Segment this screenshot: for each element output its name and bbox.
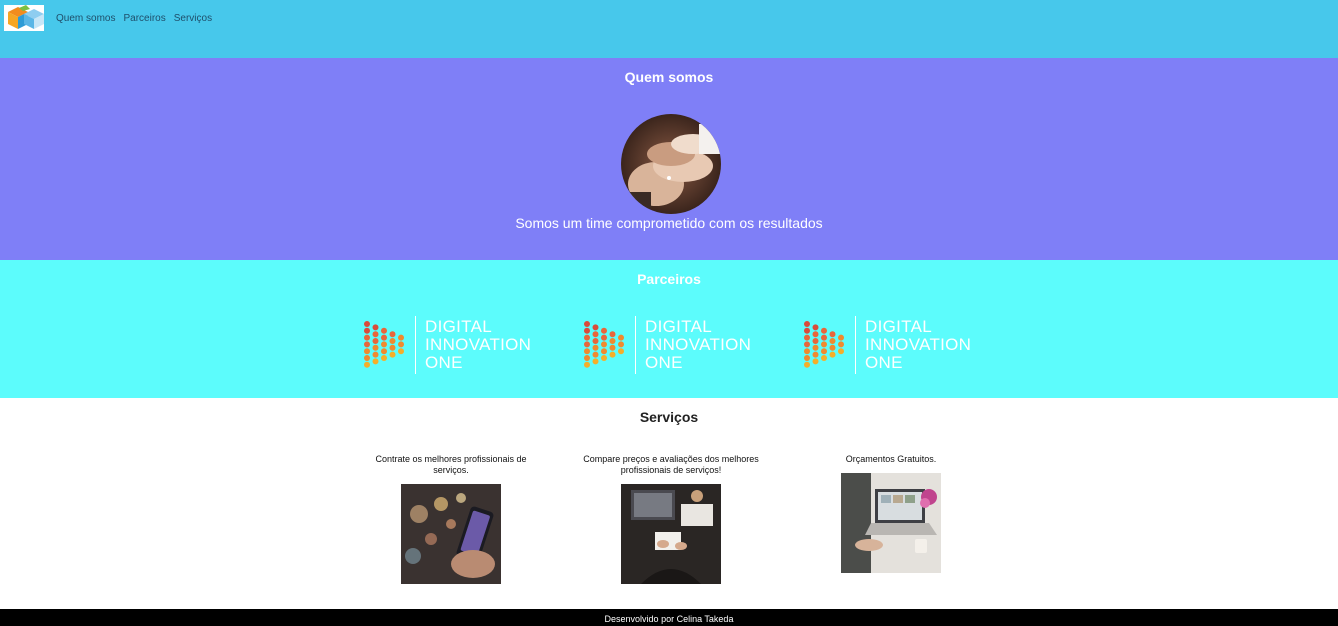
- wordmark-line-2: INNOVATION: [865, 335, 972, 354]
- wordmark-line-3: ONE: [425, 353, 463, 372]
- site-footer: Desenvolvido por Celina Takeda: [0, 609, 1338, 626]
- service-card: Compare preços e avaliações dos melhores…: [581, 454, 761, 584]
- partner-logo-dio[interactable]: DIGITAL INNOVATION ONE: [803, 316, 983, 374]
- site-header: Quem somos Parceiros Serviços: [0, 0, 1338, 58]
- about-tagline: Somos um time comprometido com os result…: [515, 215, 823, 231]
- service-card: Contrate os melhores profissionais de se…: [361, 454, 541, 584]
- service-caption: Contrate os melhores profissionais de se…: [375, 454, 527, 475]
- wordmark-line-3: ONE: [645, 353, 683, 372]
- partner-wordmark: DIGITAL INNOVATION ONE: [865, 318, 971, 372]
- laptop-desk-photo: [621, 484, 721, 584]
- service-card: Orçamentos Gratuitos.: [801, 454, 981, 573]
- wordmark-line-3: ONE: [865, 353, 903, 372]
- partner-logo-dio[interactable]: DIGITAL INNOVATION ONE: [583, 316, 763, 374]
- nav-link-quem-somos[interactable]: Quem somos: [56, 13, 115, 25]
- partner-logo-dio[interactable]: DIGITAL INNOVATION ONE: [363, 316, 543, 374]
- logo-divider: [855, 316, 856, 374]
- phone-bokeh-photo: [401, 484, 501, 584]
- service-caption: Orçamentos Gratuitos.: [845, 454, 937, 464]
- wordmark-line-1: DIGITAL: [645, 317, 712, 336]
- main-nav: Quem somos Parceiros Serviços: [56, 13, 212, 25]
- dio-triangle-icon: [804, 321, 844, 368]
- service-caption: Compare preços e avaliações dos melhores…: [583, 454, 759, 475]
- about-title: Quem somos: [624, 69, 714, 85]
- services-title: Serviços: [639, 409, 699, 425]
- woman-laptop-photo: [841, 473, 941, 573]
- wordmark-line-2: INNOVATION: [425, 335, 532, 354]
- partners-title: Parceiros: [637, 271, 701, 287]
- team-hands-photo: [621, 114, 721, 214]
- wordmark-line-1: DIGITAL: [865, 317, 932, 336]
- wordmark-line-1: DIGITAL: [425, 317, 492, 336]
- footer-credit: Desenvolvido por Celina Takeda: [604, 614, 734, 624]
- partners-section: Parceiros DIGITAL INNOVATION ONE DIGITAL…: [0, 260, 1338, 398]
- brand-logo[interactable]: [4, 5, 44, 31]
- partner-wordmark: DIGITAL INNOVATION ONE: [425, 318, 531, 372]
- services-section: Serviços Contrate os melhores profission…: [0, 398, 1338, 609]
- dio-triangle-icon: [584, 321, 624, 368]
- nav-link-parceiros[interactable]: Parceiros: [123, 13, 165, 25]
- wordmark-line-2: INNOVATION: [645, 335, 752, 354]
- dio-triangle-icon: [364, 321, 404, 368]
- partner-wordmark: DIGITAL INNOVATION ONE: [645, 318, 751, 372]
- logo-divider: [635, 316, 636, 374]
- logo-divider: [415, 316, 416, 374]
- nav-link-servicos[interactable]: Serviços: [174, 13, 212, 25]
- about-section: Quem somos Somos um time comprometido co…: [0, 58, 1338, 260]
